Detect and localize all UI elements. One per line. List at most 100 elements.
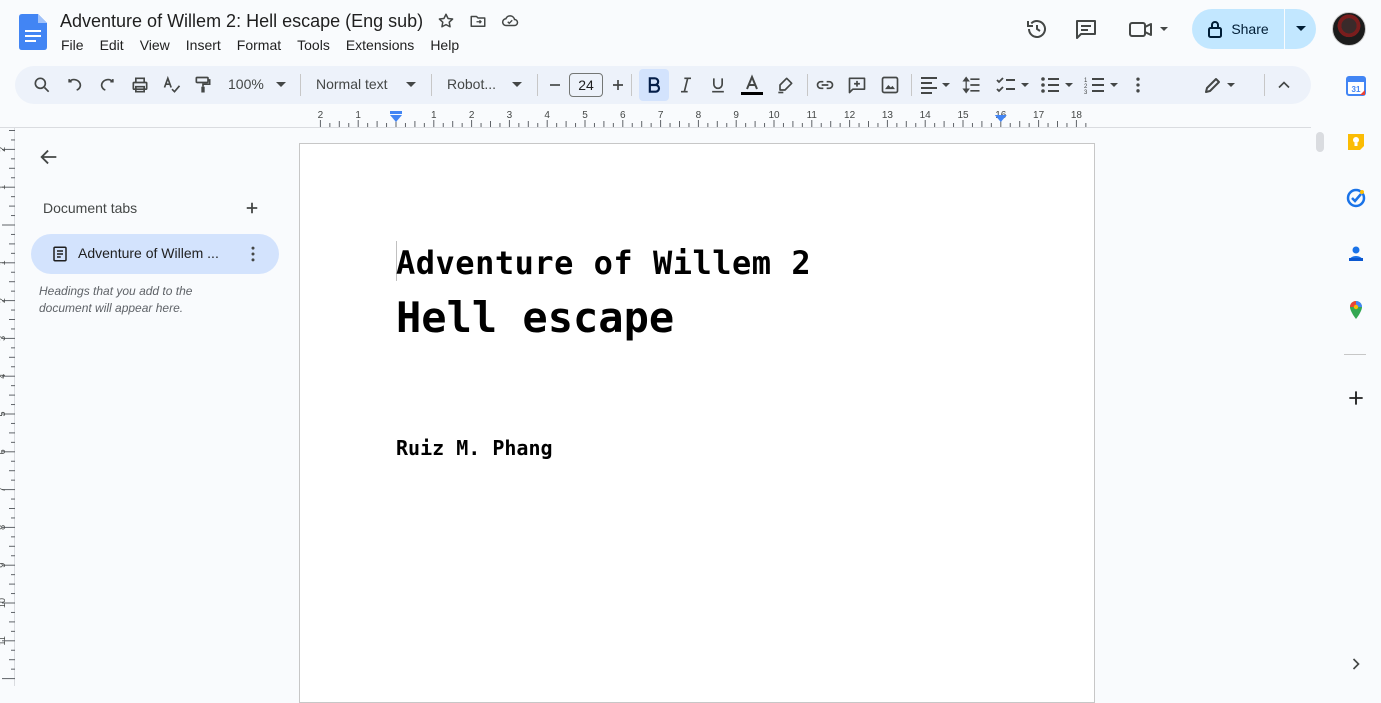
side-panel: 31 — [1330, 64, 1381, 686]
toolbar-divider — [431, 74, 432, 96]
horizontal-ruler[interactable]: 21123456789101112131415161718 — [300, 108, 1095, 128]
svg-text:3: 3 — [1084, 90, 1088, 95]
tasks-icon[interactable] — [1346, 188, 1366, 208]
increase-font-size-icon[interactable] — [608, 75, 628, 95]
search-menus-icon[interactable] — [32, 75, 52, 95]
toolbar-divider — [300, 74, 301, 96]
highlight-color-icon[interactable] — [775, 75, 795, 95]
menu-edit[interactable]: Edit — [100, 37, 132, 53]
insert-link-icon[interactable] — [815, 75, 835, 95]
menu-extensions[interactable]: Extensions — [346, 37, 422, 53]
print-icon[interactable] — [130, 75, 150, 95]
chevron-down-icon[interactable] — [275, 81, 287, 89]
ruler-label: 15 — [957, 110, 969, 121]
move-folder-icon[interactable] — [468, 12, 488, 32]
scrollbar-thumb[interactable] — [1316, 132, 1324, 152]
cloud-saved-icon[interactable] — [499, 12, 519, 32]
document-tab-item[interactable]: Adventure of Willem ... — [31, 234, 279, 274]
star-icon[interactable] — [437, 12, 457, 32]
numbered-list-icon[interactable]: 123 — [1084, 75, 1120, 95]
expand-panel-icon[interactable] — [1346, 654, 1366, 674]
spellcheck-icon[interactable] — [162, 75, 182, 95]
document-outline-sidebar: Document tabs Adventure of Willem ... He… — [0, 128, 300, 686]
contacts-icon[interactable] — [1346, 244, 1366, 264]
undo-icon[interactable] — [65, 75, 85, 95]
toolbar-divider — [1264, 74, 1265, 96]
ruler-label: 3 — [507, 110, 513, 121]
avatar[interactable] — [1332, 12, 1366, 46]
share-button-group: Share — [1192, 9, 1316, 49]
bold-icon[interactable] — [644, 75, 664, 95]
checklist-icon[interactable] — [995, 75, 1031, 95]
first-line-indent-marker[interactable] — [390, 111, 402, 114]
doc-line-title[interactable]: Adventure of Willem 2 — [396, 244, 811, 282]
ruler-label: 17 — [1033, 110, 1045, 121]
comment-icon[interactable] — [1074, 17, 1098, 41]
ruler-label: 8 — [696, 110, 702, 121]
menu-help[interactable]: Help — [430, 37, 467, 53]
more-options-icon[interactable] — [1128, 75, 1148, 95]
redo-icon[interactable] — [97, 75, 117, 95]
ruler-label: 13 — [882, 110, 894, 121]
toolbar-divider — [631, 74, 632, 96]
add-icon[interactable] — [1346, 388, 1366, 408]
toolbar-divider — [537, 74, 538, 96]
title-bar: Adventure of Willem 2: Hell escape (Eng … — [0, 0, 1381, 64]
zoom-select[interactable]: 100% — [228, 76, 264, 92]
chevron-down-icon[interactable] — [405, 81, 417, 89]
menu-view[interactable]: View — [140, 37, 178, 53]
back-arrow-icon[interactable] — [38, 146, 60, 168]
add-comment-icon[interactable] — [847, 75, 867, 95]
insert-image-icon[interactable] — [880, 75, 900, 95]
ruler-label: 18 — [1071, 110, 1083, 121]
docs-logo-icon[interactable] — [19, 14, 47, 50]
align-icon[interactable] — [919, 75, 953, 95]
doc-author[interactable]: Ruiz M. Phang — [396, 436, 553, 460]
chevron-up-icon[interactable] — [1274, 75, 1294, 95]
history-icon[interactable] — [1025, 17, 1049, 41]
ruler-label: 6 — [620, 110, 626, 121]
ruler-label: 2 — [469, 110, 475, 121]
keep-icon[interactable] — [1346, 132, 1366, 152]
ruler-label: 14 — [920, 110, 932, 121]
doc-line-subtitle[interactable]: Hell escape — [396, 293, 674, 342]
font-select[interactable]: Robot... — [447, 76, 496, 92]
svg-text:31: 31 — [1352, 85, 1361, 94]
toolbar-divider — [807, 74, 808, 96]
doc-title[interactable]: Adventure of Willem 2: Hell escape (Eng … — [60, 11, 423, 32]
menu-bar: File Edit View Insert Format Tools Exten… — [61, 37, 475, 53]
ruler-label: 2 — [318, 110, 324, 121]
menu-file[interactable]: File — [61, 37, 92, 53]
chevron-down-icon — [1295, 26, 1306, 31]
side-panel-divider — [1344, 354, 1366, 355]
ruler-label: 9 — [733, 110, 739, 121]
editing-mode-icon[interactable] — [1203, 75, 1239, 95]
chevron-down-icon[interactable] — [511, 81, 523, 89]
tab-more-options-icon[interactable] — [243, 244, 263, 264]
style-select[interactable]: Normal text — [316, 76, 388, 92]
text-color-icon[interactable] — [740, 73, 764, 97]
underline-icon[interactable] — [708, 75, 728, 95]
menu-format[interactable]: Format — [237, 37, 289, 53]
ruler-label: 4 — [544, 110, 550, 121]
calendar-icon[interactable]: 31 — [1346, 76, 1366, 96]
ruler-label: 12 — [844, 110, 856, 121]
video-call-icon[interactable] — [1128, 17, 1172, 41]
share-dropdown-button[interactable] — [1285, 9, 1316, 49]
add-tab-icon[interactable] — [243, 199, 261, 217]
share-label: Share — [1231, 21, 1269, 37]
bulleted-list-icon[interactable] — [1039, 75, 1075, 95]
font-size-input[interactable]: 24 — [569, 73, 603, 97]
italic-icon[interactable] — [676, 75, 696, 95]
document-page[interactable]: Adventure of Willem 2 Hell escape Ruiz M… — [299, 143, 1095, 703]
document-tab-label: Adventure of Willem ... — [78, 245, 219, 261]
menu-tools[interactable]: Tools — [297, 37, 338, 53]
menu-insert[interactable]: Insert — [186, 37, 229, 53]
paint-format-icon[interactable] — [193, 75, 213, 95]
share-button[interactable]: Share — [1192, 9, 1284, 49]
line-spacing-icon[interactable] — [962, 75, 982, 95]
left-indent-marker[interactable] — [390, 115, 402, 122]
decrease-font-size-icon[interactable] — [545, 75, 565, 95]
maps-icon[interactable] — [1346, 300, 1366, 320]
toolbar-divider — [911, 74, 912, 96]
